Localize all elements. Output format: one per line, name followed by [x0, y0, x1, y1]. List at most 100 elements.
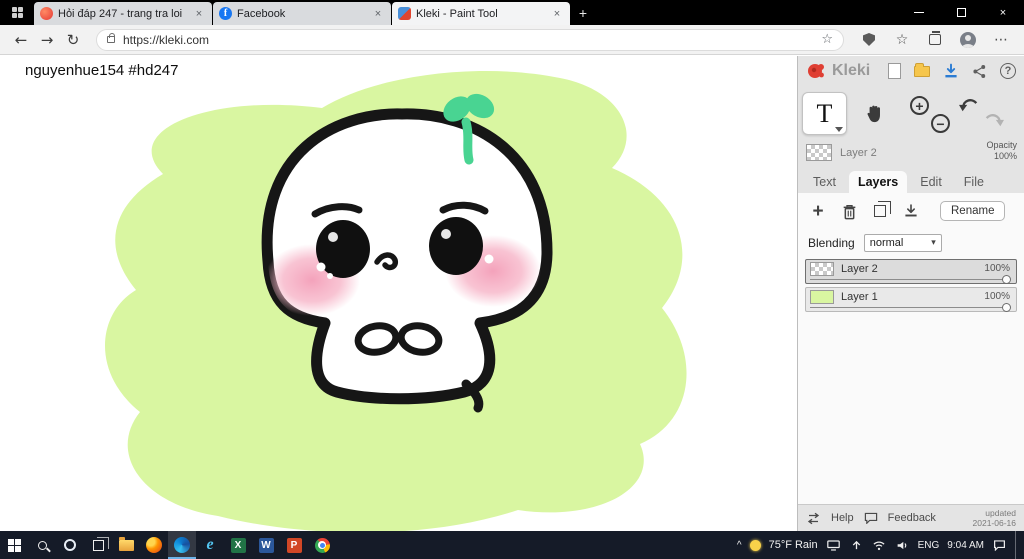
tab-title: Facebook — [237, 7, 286, 20]
tab-layers[interactable]: Layers — [848, 171, 908, 193]
slider-knob[interactable] — [1002, 303, 1011, 312]
folder-icon — [118, 536, 134, 551]
slider-knob[interactable] — [1002, 275, 1011, 284]
username-watermark: nguyenhue154 #hd247 — [25, 62, 179, 79]
tool-dropdown-caret-icon — [835, 127, 843, 132]
share-icon[interactable] — [972, 64, 987, 79]
undo-button[interactable] — [958, 94, 980, 114]
close-window-button[interactable]: × — [982, 0, 1024, 25]
task-view-button[interactable] — [84, 531, 112, 559]
hand-tool-button[interactable] — [862, 100, 888, 128]
volume-icon[interactable] — [895, 538, 910, 553]
word-button[interactable]: W — [252, 531, 280, 559]
hand-icon — [867, 105, 880, 123]
onedrive-tray-icon[interactable] — [849, 538, 864, 553]
cortana-icon — [64, 539, 76, 551]
new-image-icon[interactable] — [888, 63, 901, 79]
more-menu-icon[interactable]: ⋯ — [992, 31, 1010, 49]
zoom-in-button[interactable]: + — [910, 96, 929, 115]
internet-explorer-button[interactable]: e — [196, 531, 224, 559]
swap-arrows-icon[interactable] — [806, 512, 821, 525]
show-desktop-button[interactable] — [1015, 531, 1020, 559]
layer-opacity-slider[interactable] — [810, 275, 1011, 284]
minimize-icon — [914, 12, 924, 13]
edge-button[interactable] — [168, 531, 196, 559]
save-download-icon[interactable] — [943, 63, 959, 79]
opacity-value: 100% — [993, 151, 1017, 162]
updated-label: updated — [985, 507, 1016, 518]
help-icon[interactable]: ? — [1000, 63, 1016, 79]
feedback-link[interactable]: Feedback — [888, 512, 936, 524]
layer-row-layer2[interactable]: Layer 2 100% — [805, 259, 1017, 284]
text-tool-button[interactable]: T — [802, 92, 847, 135]
chevron-down-icon: ▾ — [931, 238, 936, 248]
excel-button[interactable]: X — [224, 531, 252, 559]
tab-close-icon[interactable]: × — [550, 8, 564, 20]
duplicate-layer-button[interactable] — [870, 201, 891, 221]
clock[interactable]: 9:04 AM — [947, 540, 984, 551]
add-favorite-icon[interactable]: ☆ — [821, 32, 833, 47]
paint-canvas[interactable]: nguyenhue154 #hd247 — [0, 56, 797, 531]
tab-actions-icon[interactable] — [0, 0, 34, 25]
display-tray-icon[interactable] — [826, 538, 841, 553]
action-center-icon[interactable] — [992, 538, 1007, 553]
drawing-artwork — [105, 71, 687, 531]
redo-button[interactable] — [983, 109, 1005, 129]
zoom-out-button[interactable]: − — [931, 114, 950, 133]
collections-icon[interactable] — [926, 31, 944, 49]
tab-close-icon[interactable]: × — [371, 8, 385, 20]
hidden-icons-caret[interactable]: ^ — [737, 540, 742, 551]
help-link[interactable]: Help — [831, 512, 854, 524]
network-wifi-icon[interactable] — [872, 538, 887, 553]
browser-tab-kleki[interactable]: Kleki - Paint Tool × — [392, 2, 570, 25]
tab-strip: Hỏi đáp 247 - trang tra loi × f Facebook… — [34, 0, 570, 25]
active-layer-name: Layer 2 — [840, 146, 877, 159]
browser-tab-hoidap247[interactable]: Hỏi đáp 247 - trang tra loi × — [34, 2, 212, 25]
tab-text[interactable]: Text — [804, 171, 845, 193]
kleki-logo-text: Kleki — [832, 62, 871, 79]
file-explorer-button[interactable] — [112, 531, 140, 559]
maximize-button[interactable] — [940, 0, 982, 25]
cortana-button[interactable] — [56, 531, 84, 559]
layer-actions: + Rename — [808, 201, 1006, 221]
excel-icon: X — [230, 537, 246, 553]
profile-avatar[interactable] — [959, 31, 977, 49]
add-layer-button[interactable]: + — [808, 201, 828, 221]
minimize-button[interactable] — [898, 0, 940, 25]
delete-layer-button[interactable] — [839, 201, 859, 221]
language-indicator[interactable]: ENG — [918, 540, 940, 551]
avatar-icon — [960, 31, 976, 48]
tab-close-icon[interactable]: × — [192, 8, 206, 20]
collections-shape — [929, 31, 941, 45]
url-input[interactable] — [123, 32, 822, 47]
layer-row-layer1[interactable]: Layer 1 100% — [805, 287, 1017, 312]
edge-icon — [174, 537, 190, 553]
layer-opacity-slider[interactable] — [810, 303, 1011, 312]
address-bar[interactable]: ☆ — [96, 28, 844, 51]
tab-edit[interactable]: Edit — [911, 171, 951, 193]
weather-text[interactable]: 75°F Rain — [769, 539, 818, 551]
word-icon: W — [258, 537, 274, 553]
reload-button[interactable]: ↻ — [60, 28, 86, 52]
firefox-button[interactable] — [140, 531, 168, 559]
new-tab-button[interactable]: + — [570, 0, 596, 25]
security-shield-icon[interactable] — [860, 31, 878, 49]
site-security-icon[interactable] — [107, 33, 115, 43]
back-button[interactable]: ← — [8, 28, 34, 52]
start-button[interactable] — [0, 531, 28, 559]
feedback-bubble-icon[interactable] — [864, 512, 878, 524]
updated-info: updated 2021-06-16 — [973, 508, 1016, 528]
favorites-icon[interactable]: ☆ — [893, 31, 911, 49]
browser-tab-facebook[interactable]: f Facebook × — [213, 2, 391, 25]
open-file-icon[interactable] — [914, 62, 930, 77]
merge-layer-button[interactable] — [901, 201, 921, 221]
taskbar-search-button[interactable] — [28, 531, 56, 559]
rename-layer-button[interactable]: Rename — [940, 201, 1006, 221]
powerpoint-button[interactable]: P — [280, 531, 308, 559]
browser-titlebar: Hỏi đáp 247 - trang tra loi × f Facebook… — [0, 0, 1024, 25]
chrome-button[interactable] — [308, 531, 336, 559]
forward-button[interactable]: → — [34, 28, 60, 52]
blending-select[interactable]: normal ▾ — [863, 234, 942, 252]
tab-file[interactable]: File — [955, 171, 993, 193]
opacity-readout: Opacity 100% — [986, 140, 1017, 163]
